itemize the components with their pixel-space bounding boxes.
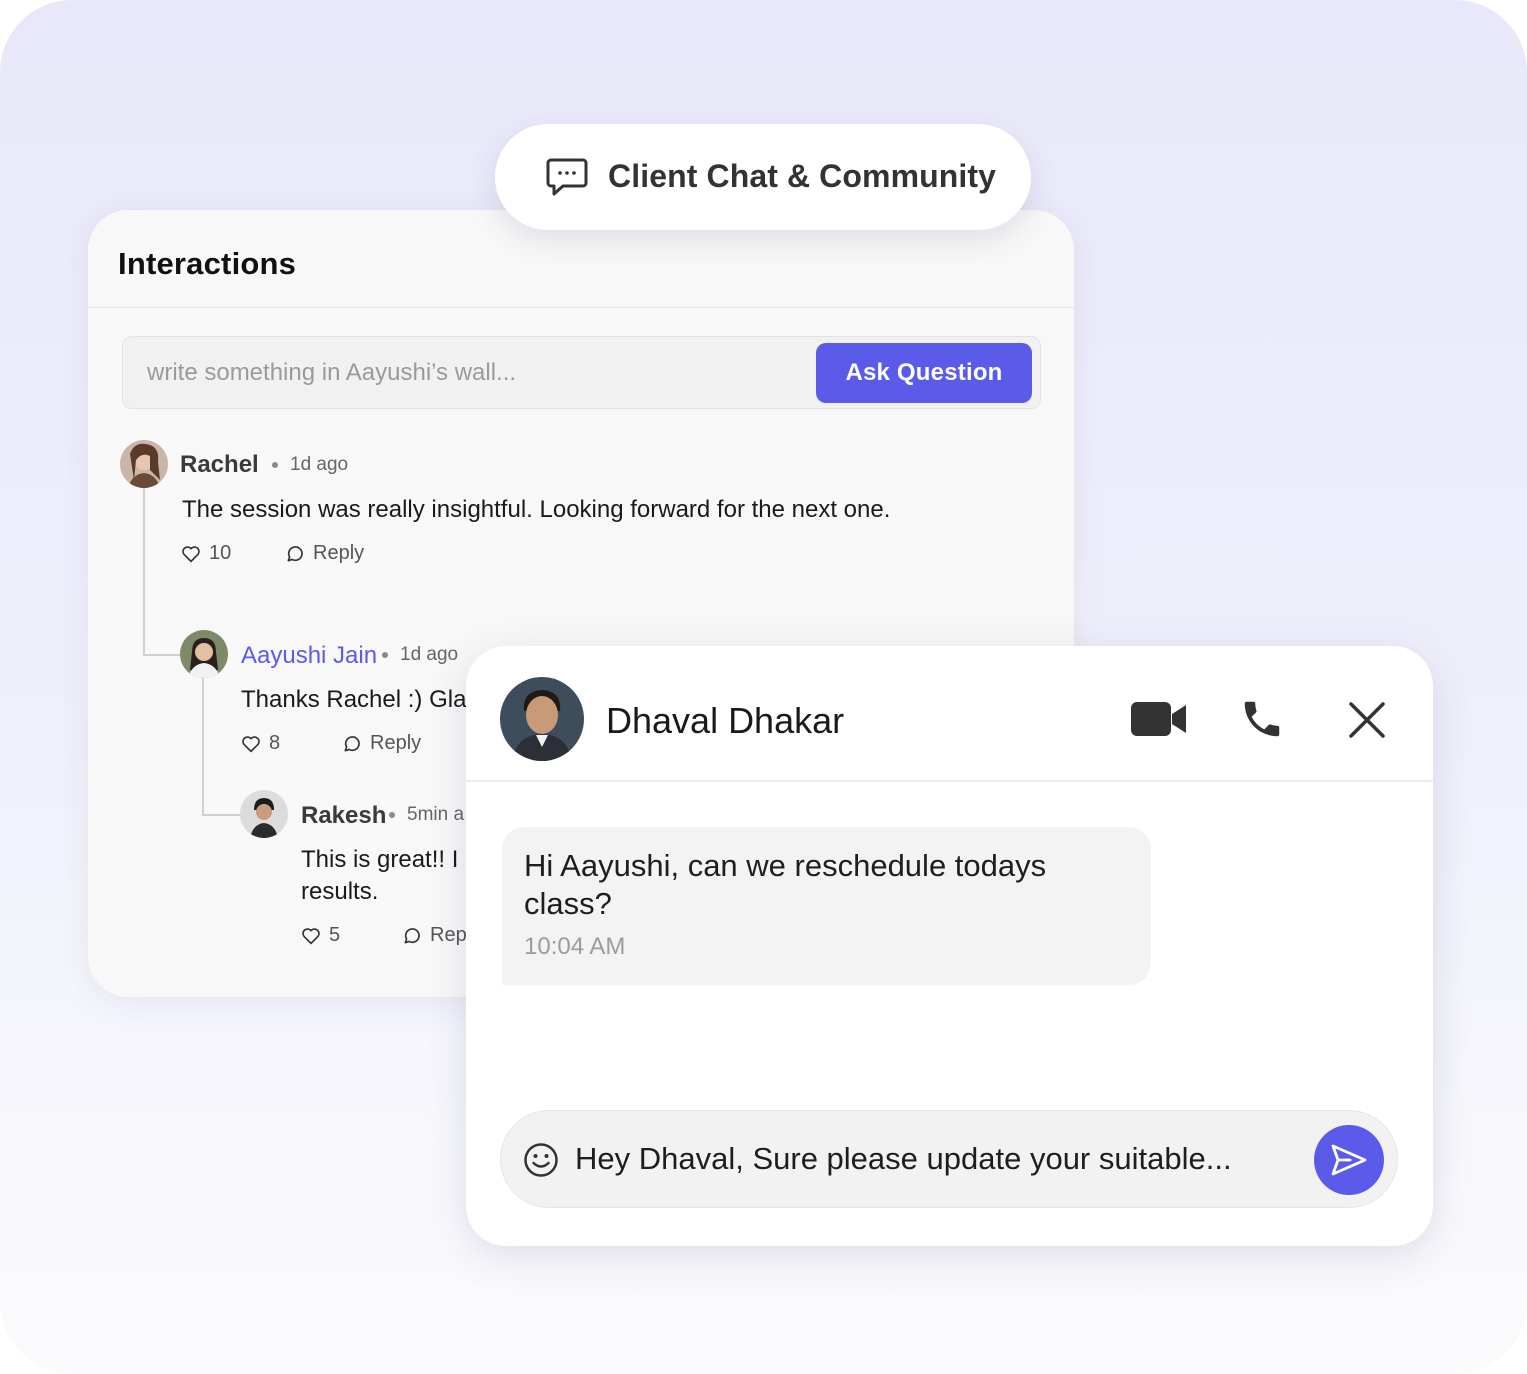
like-button[interactable]: 5: [301, 924, 340, 947]
message-time: 10:04 AM: [524, 933, 626, 960]
thread-line: [202, 814, 242, 816]
close-icon[interactable]: [1348, 701, 1386, 739]
ask-question-button[interactable]: Ask Question: [816, 343, 1032, 403]
separator-dot: [389, 812, 395, 818]
emoji-icon[interactable]: [523, 1142, 559, 1178]
reply-button[interactable]: Reply: [342, 732, 421, 755]
send-button[interactable]: [1314, 1125, 1384, 1195]
comment-author[interactable]: Rakesh: [301, 802, 386, 830]
thread-line: [202, 678, 204, 816]
feature-badge: Client Chat & Community: [495, 124, 1031, 230]
feature-title: Client Chat & Community: [608, 158, 997, 194]
like-count: 10: [209, 542, 232, 564]
send-icon: [1331, 1144, 1367, 1176]
wall-input-placeholder: write something in Aayushi’s wall...: [147, 359, 517, 386]
comment-icon: [344, 735, 360, 751]
contact-avatar[interactable]: [500, 677, 584, 761]
like-button[interactable]: 10: [181, 542, 231, 565]
comment-author[interactable]: Aayushi Jain: [241, 642, 377, 670]
avatar-aayushi[interactable]: [180, 630, 228, 678]
reply-label: Rep: [430, 924, 467, 946]
panel-divider: [88, 307, 1074, 308]
thread-line: [143, 654, 181, 656]
page-background: Interactions write something in Aayushi’…: [0, 0, 1527, 1374]
video-camera-icon[interactable]: [1130, 700, 1188, 738]
separator-dot: [382, 652, 388, 658]
message-text: Hi Aayushi, can we reschedule todays cla…: [524, 848, 1047, 921]
message-input[interactable]: Hey Dhaval, Sure please update your suit…: [500, 1110, 1398, 1208]
chat-bubble-icon: [546, 158, 588, 196]
message-bubble: Hi Aayushi, can we reschedule todays cla…: [502, 827, 1151, 985]
like-button[interactable]: 8: [241, 732, 280, 755]
panel-title: Interactions: [118, 246, 297, 281]
reply-label: Reply: [313, 542, 365, 564]
wall-input[interactable]: write something in Aayushi’s wall... Ask…: [122, 336, 1041, 409]
contact-name: Dhaval Dhakar: [606, 700, 845, 741]
comment-text-line: results.: [301, 878, 379, 905]
avatar-rachel[interactable]: [120, 440, 168, 488]
heart-icon: [182, 545, 200, 562]
like-count: 8: [269, 732, 281, 754]
avatar-rakesh[interactable]: [240, 790, 288, 838]
chat-window: Dhaval Dhakar Hi Aayushi, can we resched…: [466, 646, 1433, 1246]
comment-icon: [287, 545, 303, 561]
heart-icon: [302, 927, 320, 944]
reply-label: Reply: [370, 732, 422, 754]
comment-text: The session was really insightful. Looki…: [182, 496, 891, 523]
comment-text: Thanks Rachel :) Gla: [241, 686, 467, 713]
comment-time: 5min a: [407, 804, 465, 825]
comment-time: 1d ago: [400, 644, 459, 665]
message-input-value: Hey Dhaval, Sure please update your suit…: [575, 1141, 1232, 1176]
reply-button[interactable]: Rep: [402, 924, 467, 947]
heart-icon: [242, 735, 260, 752]
comment-icon: [404, 927, 420, 943]
comment-author[interactable]: Rachel: [180, 451, 259, 479]
thread-line: [143, 488, 145, 656]
comment-text-line: This is great!! I: [301, 846, 459, 873]
separator-dot: [272, 462, 278, 468]
like-count: 5: [329, 924, 341, 946]
reply-button[interactable]: Reply: [285, 542, 364, 565]
chat-header-divider: [466, 780, 1433, 782]
phone-icon[interactable]: [1238, 696, 1286, 742]
comment-time: 1d ago: [290, 454, 349, 475]
